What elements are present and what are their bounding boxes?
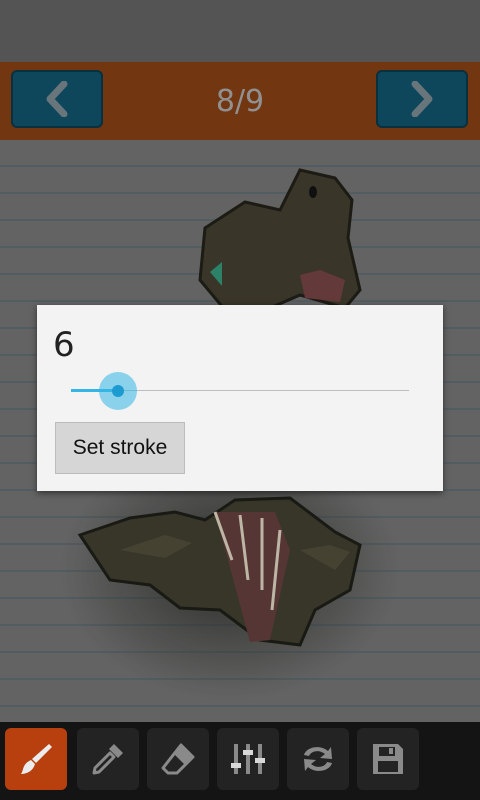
- save-tool-button[interactable]: [357, 728, 419, 790]
- slider-thumb[interactable]: [112, 385, 124, 397]
- swap-icon: [304, 747, 332, 771]
- brush-icon: [21, 744, 52, 774]
- eraser-tool-button[interactable]: [147, 728, 209, 790]
- sliders-icon: [231, 744, 265, 774]
- set-stroke-button[interactable]: Set stroke: [55, 422, 185, 474]
- adjust-tool-button[interactable]: [217, 728, 279, 790]
- brush-tool-button[interactable]: [5, 728, 67, 790]
- eyedropper-icon: [92, 744, 123, 775]
- eyedropper-tool-button[interactable]: [77, 728, 139, 790]
- stroke-slider[interactable]: [71, 372, 409, 410]
- bottom-toolbar: [0, 722, 480, 800]
- stroke-value: 6: [53, 325, 75, 365]
- save-icon: [373, 744, 403, 774]
- swap-tool-button[interactable]: [287, 728, 349, 790]
- eraser-icon: [161, 743, 195, 775]
- stroke-dialog: 6 Set stroke: [37, 305, 443, 491]
